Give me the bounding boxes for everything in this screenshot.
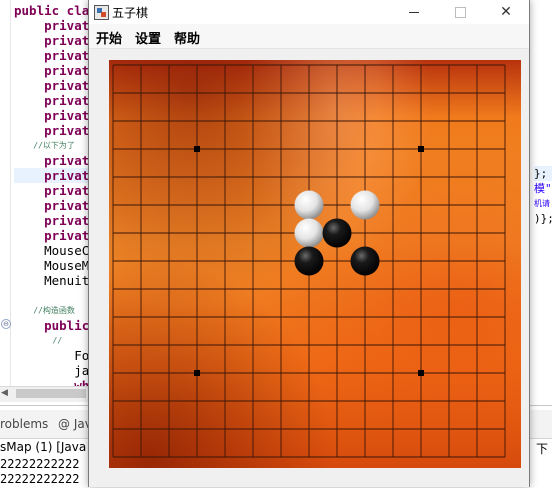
- window-titlebar[interactable]: 五子棋 ✕: [89, 0, 529, 24]
- star-point: [194, 146, 200, 152]
- console-title: sMap (1) [Java A: [0, 440, 99, 454]
- white-stone: [294, 218, 324, 248]
- board-canvas[interactable]: [109, 60, 521, 468]
- code-fragment: )};: [534, 212, 552, 225]
- menu-help[interactable]: 帮助: [174, 28, 200, 47]
- console-output-line: 22222222222: [0, 472, 80, 486]
- star-point: [418, 370, 424, 376]
- gomoku-board[interactable]: [109, 60, 521, 468]
- code-line: MouseCl: [14, 243, 97, 258]
- window-title: 五子棋: [112, 6, 149, 20]
- code-line: //以下为了: [14, 141, 75, 150]
- star-point: [194, 370, 200, 376]
- code-line: MouseMo: [14, 258, 97, 273]
- black-stone: [294, 246, 324, 276]
- code-line: private: [14, 198, 97, 213]
- console-output-line: 22222222222: [0, 457, 80, 471]
- black-stone: [322, 218, 352, 248]
- code-line: private: [14, 168, 97, 183]
- menu-settings[interactable]: 设置: [135, 28, 161, 47]
- white-stone: [294, 190, 324, 220]
- code-line: //构造函数: [14, 306, 75, 315]
- black-stone: [350, 246, 380, 276]
- tab-problems[interactable]: roblems: [0, 417, 48, 431]
- code-line: Menuite: [14, 273, 97, 288]
- code-line: public clas: [14, 3, 97, 18]
- code-fragment: };: [534, 167, 548, 180]
- code-line: private: [14, 228, 97, 243]
- code-line: private: [14, 78, 97, 93]
- code-line: private: [14, 48, 97, 63]
- code-line: private: [14, 213, 97, 228]
- white-stone: [350, 190, 380, 220]
- code-line: private: [14, 153, 97, 168]
- star-point: [418, 146, 424, 152]
- tab-javadoc[interactable]: @ Jav: [58, 417, 92, 431]
- scrollbar-thumb[interactable]: [16, 389, 86, 398]
- code-line: private: [14, 183, 97, 198]
- minimize-icon: [409, 11, 419, 13]
- code-line: private: [14, 123, 97, 138]
- menu-bar: 开始 设置 帮助: [89, 24, 529, 49]
- java-app-icon: [94, 5, 109, 20]
- code-line: private: [14, 18, 97, 33]
- code-line: jav: [14, 363, 97, 378]
- code-line: public: [14, 318, 97, 333]
- scroll-left-arrow-icon[interactable]: ◀: [1, 386, 13, 400]
- code-fragment: 机请: [534, 199, 550, 208]
- code-line: //: [14, 336, 63, 345]
- code-fragment: 模": [534, 182, 552, 195]
- code-line: private: [14, 93, 97, 108]
- menu-start[interactable]: 开始: [96, 28, 122, 47]
- code-line: For: [14, 348, 97, 363]
- gomoku-window: 五子棋 ✕ 开始 设置 帮助: [88, 0, 530, 487]
- maximize-icon: [454, 6, 466, 18]
- minimize-button[interactable]: [391, 0, 437, 24]
- code-line: private: [14, 63, 97, 78]
- editor-gutter: [10, 0, 11, 400]
- code-line: private: [14, 108, 97, 123]
- console-side-text: 下: [536, 442, 549, 456]
- close-button[interactable]: ✕: [483, 0, 529, 24]
- maximize-button[interactable]: [437, 0, 483, 24]
- code-line: private: [14, 33, 97, 48]
- fold-marker-icon[interactable]: ⊖: [1, 319, 11, 329]
